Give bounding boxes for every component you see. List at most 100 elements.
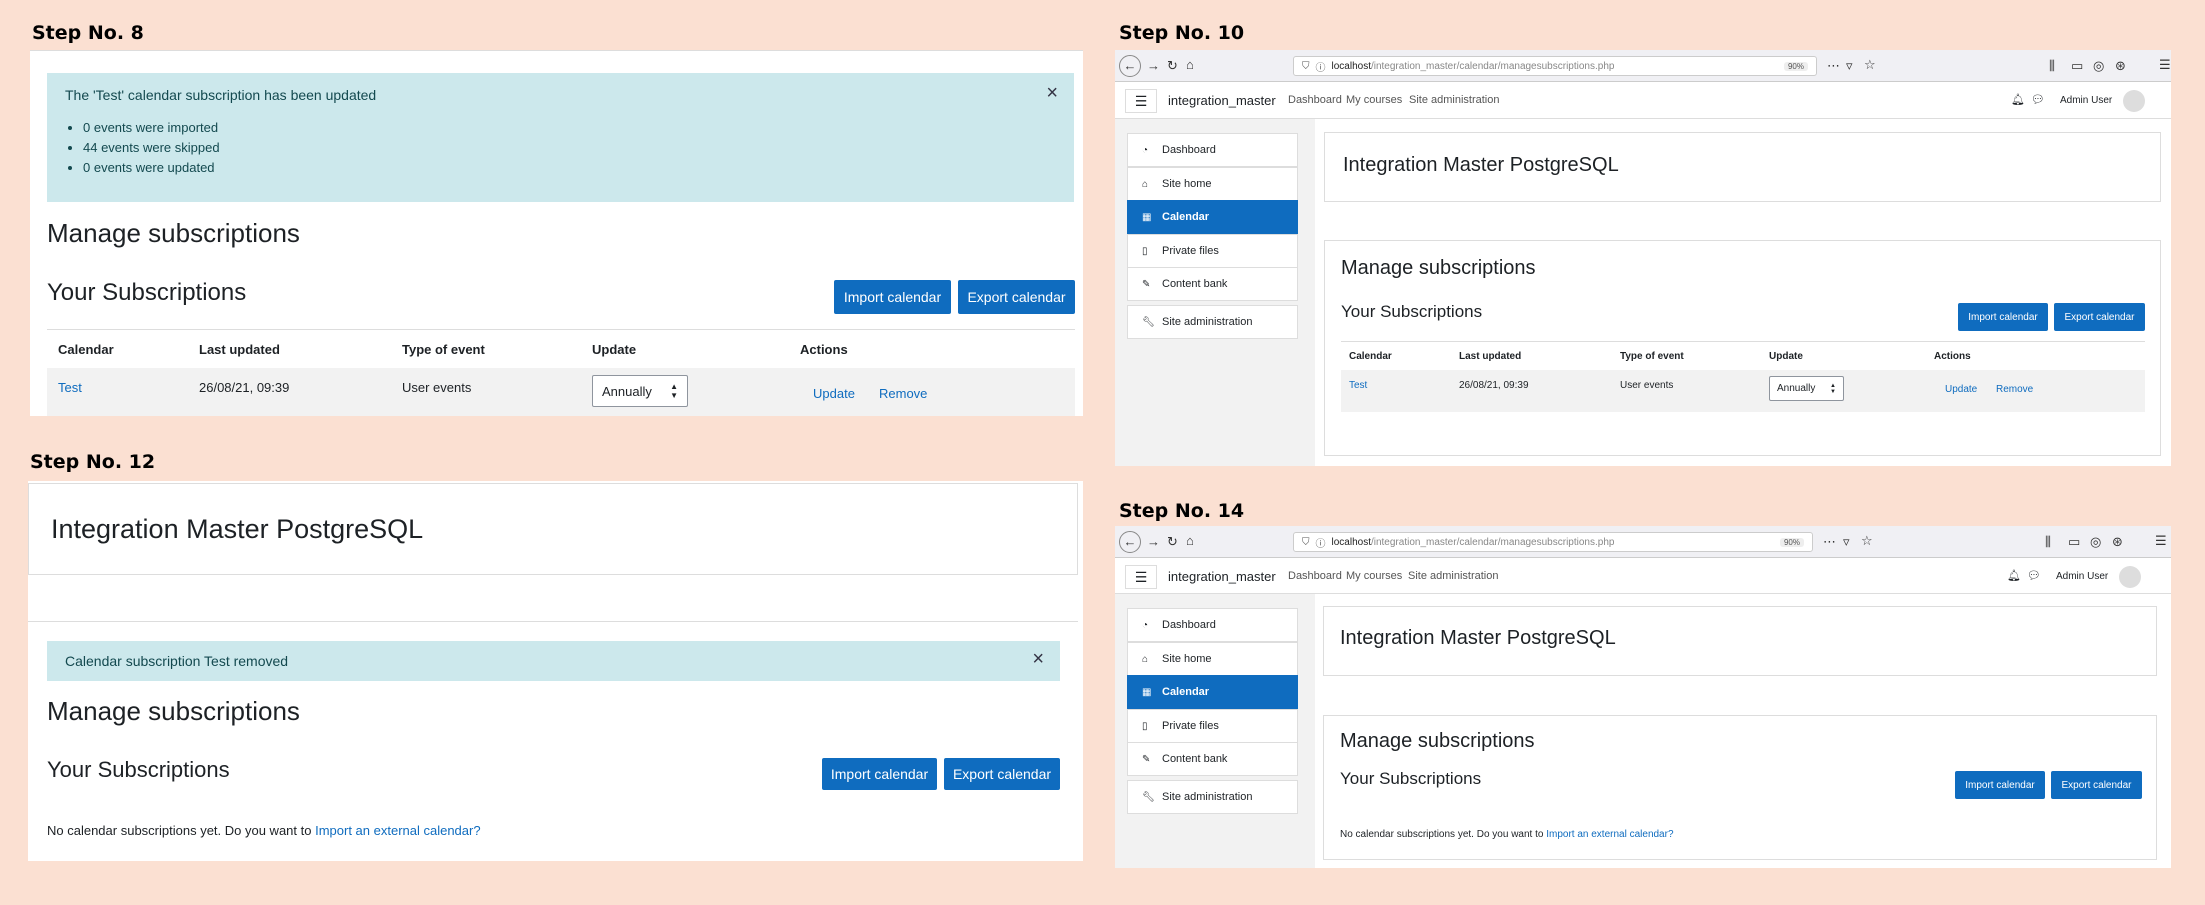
home-icon: ⌂ <box>1142 653 1149 665</box>
import-external-link[interactable]: Import an external calendar? <box>1546 829 1673 840</box>
bookmark-icon[interactable]: ☆ <box>1861 533 1873 549</box>
forward-icon[interactable]: → <box>1147 534 1160 549</box>
nav-my-courses[interactable]: My courses <box>1346 94 1402 106</box>
nav-dashboard[interactable]: Dashboard <box>1288 570 1342 582</box>
account-icon[interactable]: ⊛ <box>2115 58 2126 74</box>
update-select[interactable]: Annually ▲ ▼ <box>1769 376 1844 401</box>
reload-icon[interactable]: ↻ <box>1167 58 1178 74</box>
file-icon: ▯ <box>1142 720 1148 732</box>
import-calendar-button[interactable]: Import calendar <box>1955 771 2045 799</box>
user-name[interactable]: Admin User <box>2060 95 2112 106</box>
sidebar-icon[interactable]: ▭ <box>2068 534 2080 550</box>
drawer-private-files[interactable]: ▯ Private files <box>1127 234 1298 268</box>
drawer-site-home[interactable]: ⌂ Site home <box>1127 167 1298 201</box>
update-alert-title: The 'Test' calendar subscription has bee… <box>65 87 377 103</box>
url-path: /integration_master/calendar/managesubsc… <box>1370 60 1615 72</box>
url-path: /integration_master/calendar/managesubsc… <box>1370 536 1615 548</box>
nav-site-admin[interactable]: Site administration <box>1408 570 1499 582</box>
site-name[interactable]: integration_master <box>1168 93 1276 108</box>
step-14-label: Step No. 14 <box>1119 500 1245 522</box>
dashboard-icon: ◔ <box>1142 619 1149 631</box>
update-select[interactable]: Annually ▲ ▼ <box>592 375 688 407</box>
more-icon[interactable]: ⋯ <box>1827 58 1840 74</box>
export-calendar-button[interactable]: Export calendar <box>2051 771 2142 799</box>
export-calendar-button[interactable]: Export calendar <box>2054 303 2145 331</box>
table-row: Test 26/08/21, 09:39 User events Annuall… <box>47 368 1075 416</box>
close-icon[interactable]: × <box>1046 82 1058 105</box>
nav-site-admin[interactable]: Site administration <box>1409 94 1500 106</box>
moodle-navbar: ☰ integration_master Dashboard My course… <box>1115 82 2171 119</box>
nav-my-courses[interactable]: My courses <box>1346 570 1402 582</box>
imported-count: 0 events were imported <box>83 118 220 138</box>
library-icon[interactable]: ⫼ <box>2045 534 2051 550</box>
manage-heading: Manage subscriptions <box>1341 257 1536 279</box>
reload-icon[interactable]: ↻ <box>1167 534 1178 550</box>
browser-toolbar: ← → ↻ ⌂ ⛉ ⓘ localhost/integration_master… <box>1115 50 2171 82</box>
drawer-site-admin[interactable]: 🔧︎ Site administration <box>1127 780 1298 814</box>
chat-icon[interactable]: 💬︎ <box>2027 569 2041 582</box>
nav-drawer: ◔ Dashboard ⌂ Site home ▦ Calendar ▯ Private… <box>1115 119 1315 466</box>
home-icon[interactable]: ⌂ <box>1186 533 1194 548</box>
avatar[interactable] <box>2119 566 2141 588</box>
menu-icon[interactable]: ☰ <box>2159 57 2171 73</box>
url-bar[interactable]: ⛉ ⓘ localhost/integration_master/calenda… <box>1293 532 1813 552</box>
zoom-badge[interactable]: 90% <box>1783 61 1808 71</box>
hamburger-icon[interactable]: ☰ <box>1125 89 1157 113</box>
calendar-icon: ▦ <box>1142 211 1152 223</box>
site-name[interactable]: integration_master <box>1168 569 1276 584</box>
drawer-content-bank[interactable]: ✎ Content bank <box>1127 267 1298 301</box>
drawer-content-bank[interactable]: ✎ Content bank <box>1127 742 1298 776</box>
update-select-value: Annually <box>1777 383 1816 394</box>
extension-icon[interactable]: ◎ <box>2093 58 2104 74</box>
extension-icon[interactable]: ◎ <box>2090 534 2101 550</box>
url-bar[interactable]: ⛉ ⓘ localhost/integration_master/calenda… <box>1293 56 1817 76</box>
remove-link[interactable]: Remove <box>879 386 927 401</box>
update-link[interactable]: Update <box>1945 384 1977 395</box>
avatar[interactable] <box>2123 90 2145 112</box>
hamburger-icon[interactable]: ☰ <box>1125 565 1157 589</box>
update-link[interactable]: Update <box>813 386 855 401</box>
brush-icon: ✎ <box>1142 753 1151 765</box>
more-icon[interactable]: ⋯ <box>1823 534 1836 550</box>
bookmark-icon[interactable]: ☆ <box>1864 57 1876 73</box>
drawer-calendar[interactable]: ▦ Calendar <box>1127 675 1298 709</box>
drawer-private-files[interactable]: ▯ Private files <box>1127 709 1298 743</box>
update-alert: The 'Test' calendar subscription has bee… <box>47 73 1074 202</box>
drawer-site-admin[interactable]: 🔧︎ Site administration <box>1127 305 1298 339</box>
shield-icon: ⛉ <box>1302 60 1310 72</box>
remove-link[interactable]: Remove <box>1996 384 2033 395</box>
close-icon[interactable]: × <box>1032 648 1044 671</box>
sidebar-icon[interactable]: ▭ <box>2071 58 2083 74</box>
chat-icon[interactable]: 💬︎ <box>2031 93 2045 106</box>
library-icon[interactable]: ⫼ <box>2049 58 2055 74</box>
bell-icon[interactable]: 🔔︎ <box>2011 93 2025 106</box>
forward-icon[interactable]: → <box>1147 58 1160 73</box>
export-calendar-button[interactable]: Export calendar <box>958 280 1075 314</box>
drawer-calendar[interactable]: ▦ Calendar <box>1127 200 1298 234</box>
no-subs-message: No calendar subscriptions yet. Do you wa… <box>47 823 481 838</box>
import-calendar-button[interactable]: Import calendar <box>1958 303 2048 331</box>
brush-icon: ✎ <box>1142 278 1151 290</box>
drawer-dashboard[interactable]: ◔ Dashboard <box>1127 608 1298 642</box>
zoom-badge[interactable]: 90% <box>1779 537 1804 547</box>
calendar-icon: ▦ <box>1142 686 1152 698</box>
bell-icon[interactable]: 🔔︎ <box>2007 569 2021 582</box>
user-name[interactable]: Admin User <box>2056 571 2108 582</box>
export-calendar-button[interactable]: Export calendar <box>944 758 1060 790</box>
pocket-icon[interactable]: ▿ <box>1843 534 1850 550</box>
back-icon[interactable]: ← <box>1119 55 1141 77</box>
menu-icon[interactable]: ☰ <box>2155 533 2167 549</box>
calendar-link[interactable]: Test <box>58 380 82 395</box>
back-icon[interactable]: ← <box>1119 531 1141 553</box>
drawer-dashboard[interactable]: ◔ Dashboard <box>1127 133 1298 167</box>
account-icon[interactable]: ⊛ <box>2112 534 2123 550</box>
calendar-link[interactable]: Test <box>1349 380 1367 391</box>
shield-icon: ⛉ <box>1302 536 1310 548</box>
import-calendar-button[interactable]: Import calendar <box>834 280 951 314</box>
drawer-site-home[interactable]: ⌂ Site home <box>1127 642 1298 676</box>
import-external-link[interactable]: Import an external calendar? <box>315 823 480 838</box>
pocket-icon[interactable]: ▿ <box>1846 58 1853 74</box>
home-icon[interactable]: ⌂ <box>1186 57 1194 72</box>
nav-dashboard[interactable]: Dashboard <box>1288 94 1342 106</box>
import-calendar-button[interactable]: Import calendar <box>822 758 937 790</box>
